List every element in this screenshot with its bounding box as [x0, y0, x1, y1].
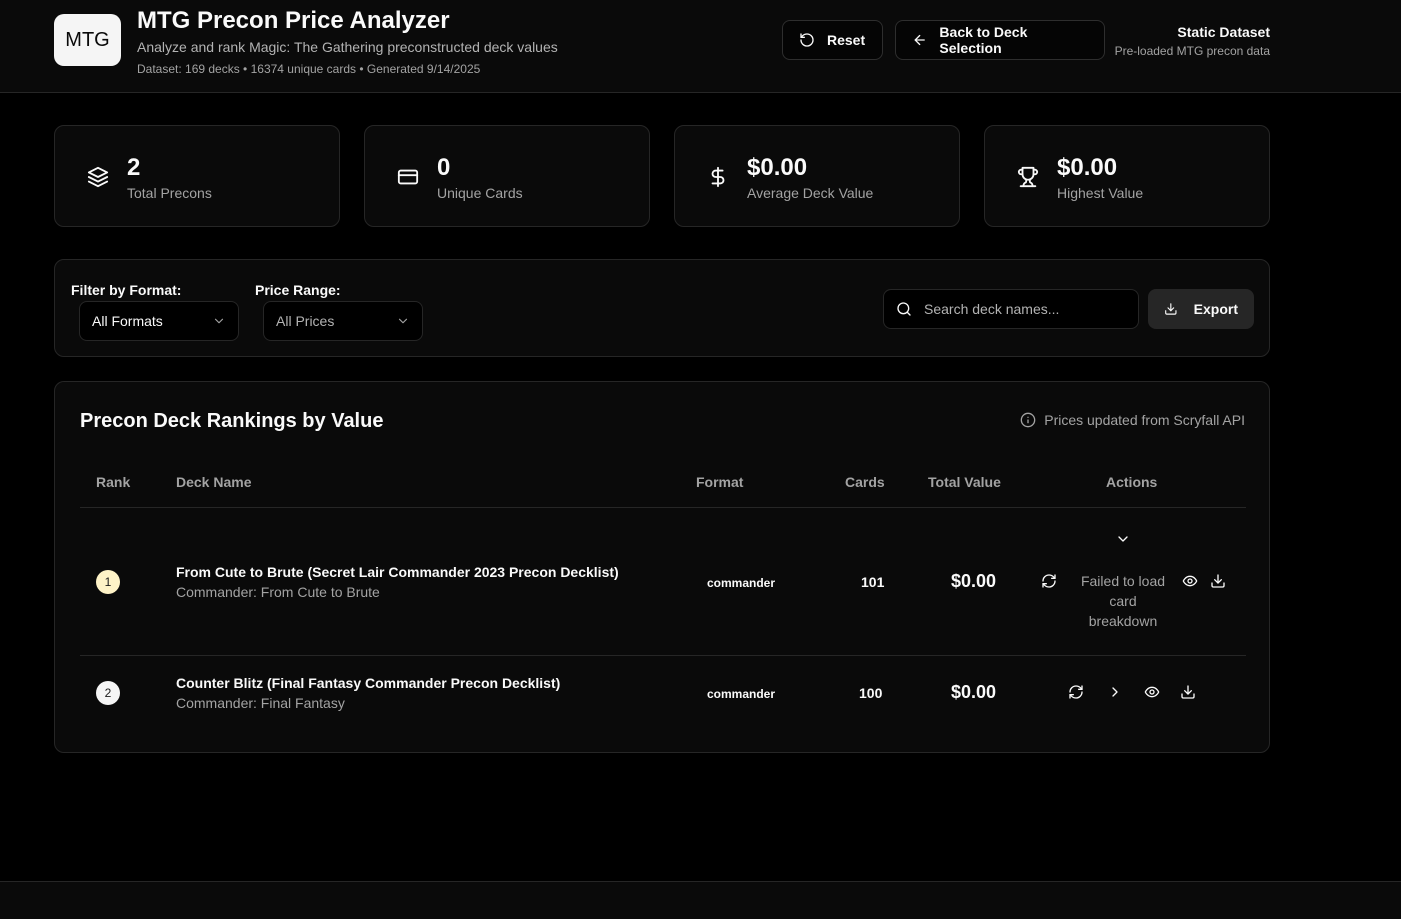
back-to-deck-selection-button[interactable]: Back to Deck Selection: [895, 20, 1105, 60]
stat-card-average-value: $0.00 Average Deck Value: [674, 125, 960, 227]
app-header: MTG MTG Precon Price Analyzer Analyze an…: [0, 0, 1401, 93]
format-select-value: All Formats: [92, 313, 163, 329]
price-select-value: All Prices: [276, 313, 335, 329]
app-logo: MTG: [54, 14, 121, 66]
column-header-actions: Actions: [1106, 474, 1158, 490]
download-deck-button[interactable]: [1179, 683, 1197, 701]
format-badge: commander: [707, 576, 776, 590]
stat-label: Unique Cards: [437, 185, 523, 201]
stat-label: Average Deck Value: [747, 185, 874, 201]
deck-name: From Cute to Brute (Secret Lair Commande…: [176, 564, 619, 580]
refresh-prices-button[interactable]: [1040, 572, 1058, 590]
eye-icon: [1144, 686, 1160, 698]
rank-badge: 2: [96, 681, 120, 705]
export-button[interactable]: Export: [1148, 289, 1254, 329]
rankings-title: Precon Deck Rankings by Value: [80, 410, 384, 432]
card-count: 100: [859, 685, 883, 701]
eye-icon: [1182, 575, 1198, 587]
stat-card-total-precons: 2 Total Precons: [54, 125, 340, 227]
search-box[interactable]: [883, 289, 1139, 329]
card-count: 101: [861, 574, 885, 590]
stat-card-highest-value: $0.00 Highest Value: [984, 125, 1270, 227]
dataset-subtitle: Pre-loaded MTG precon data: [1114, 44, 1270, 58]
card-icon: [397, 169, 419, 185]
chevron-right-icon: [1112, 687, 1118, 697]
stat-value: 0: [437, 154, 451, 181]
download-icon: [1165, 303, 1177, 315]
layers-icon: [87, 166, 109, 188]
chevron-down-icon: [398, 318, 408, 324]
trophy-icon: [1017, 166, 1039, 188]
price-filter-label: Price Range:: [255, 282, 341, 298]
column-header-total-value[interactable]: Total Value: [928, 474, 1001, 490]
breakdown-error-message: Failed to load card breakdown: [1080, 573, 1166, 629]
download-deck-button[interactable]: [1209, 572, 1227, 590]
dataset-title: Static Dataset: [1177, 24, 1270, 40]
stat-value: $0.00: [747, 154, 808, 181]
dataset-meta: Dataset: 169 decks • 16374 unique cards …: [137, 62, 481, 76]
download-icon: [1181, 685, 1195, 699]
stat-value: $0.00: [1057, 154, 1118, 181]
filter-bar: Filter by Format: All Formats Price Rang…: [54, 259, 1270, 357]
reset-button[interactable]: Reset: [782, 20, 883, 60]
info-icon: [1020, 412, 1036, 428]
deck-name: Counter Blitz (Final Fantasy Commander P…: [176, 675, 561, 691]
arrow-left-icon: [914, 34, 925, 46]
app-title: MTG Precon Price Analyzer: [137, 7, 450, 34]
app-subtitle: Analyze and rank Magic: The Gathering pr…: [137, 39, 558, 55]
download-icon: [1211, 574, 1225, 588]
stat-value: 2: [127, 154, 141, 181]
back-label: Back to Deck Selection: [939, 24, 1028, 56]
total-value: $0.00: [951, 682, 997, 702]
stat-card-unique-cards: 0 Unique Cards: [364, 125, 650, 227]
export-label: Export: [1193, 301, 1238, 317]
stat-label: Highest Value: [1057, 185, 1144, 201]
column-header-cards[interactable]: Cards: [845, 474, 885, 490]
search-input[interactable]: [924, 301, 1124, 317]
search-icon: [897, 302, 911, 316]
view-deck-button[interactable]: [1143, 683, 1161, 701]
price-range-select[interactable]: All Prices: [263, 301, 423, 341]
format-badge: commander: [707, 687, 776, 701]
refresh-icon: [1042, 574, 1056, 588]
deck-commander: Commander: Final Fantasy: [176, 695, 345, 711]
column-header-deck-name[interactable]: Deck Name: [176, 474, 252, 490]
rankings-panel: Precon Deck Rankings by Value Prices upd…: [54, 381, 1270, 753]
chevron-down-icon: [1118, 536, 1128, 542]
deck-commander: Commander: From Cute to Brute: [176, 584, 380, 600]
column-header-format[interactable]: Format: [696, 474, 743, 490]
row-divider: [80, 655, 1246, 656]
expand-breakdown-button[interactable]: [1106, 683, 1124, 701]
price-source-note: Prices updated from Scryfall API: [1020, 412, 1245, 428]
reset-label: Reset: [827, 32, 866, 48]
refresh-prices-button[interactable]: [1067, 683, 1085, 701]
refresh-icon: [1069, 685, 1083, 699]
chevron-down-icon: [214, 318, 224, 324]
price-source-text: Prices updated from Scryfall API: [1044, 412, 1245, 428]
header-divider: [80, 507, 1246, 508]
rank-badge: 1: [96, 570, 120, 594]
stat-label: Total Precons: [127, 185, 212, 201]
reset-icon: [800, 33, 814, 47]
format-filter-label: Filter by Format:: [71, 282, 182, 298]
dollar-icon: [711, 166, 725, 188]
total-value: $0.00: [951, 571, 997, 591]
collapse-breakdown-button[interactable]: [1114, 530, 1132, 548]
format-select[interactable]: All Formats: [79, 301, 239, 341]
column-header-rank[interactable]: Rank: [96, 474, 130, 490]
footer: [0, 881, 1401, 919]
view-deck-button[interactable]: [1181, 572, 1199, 590]
